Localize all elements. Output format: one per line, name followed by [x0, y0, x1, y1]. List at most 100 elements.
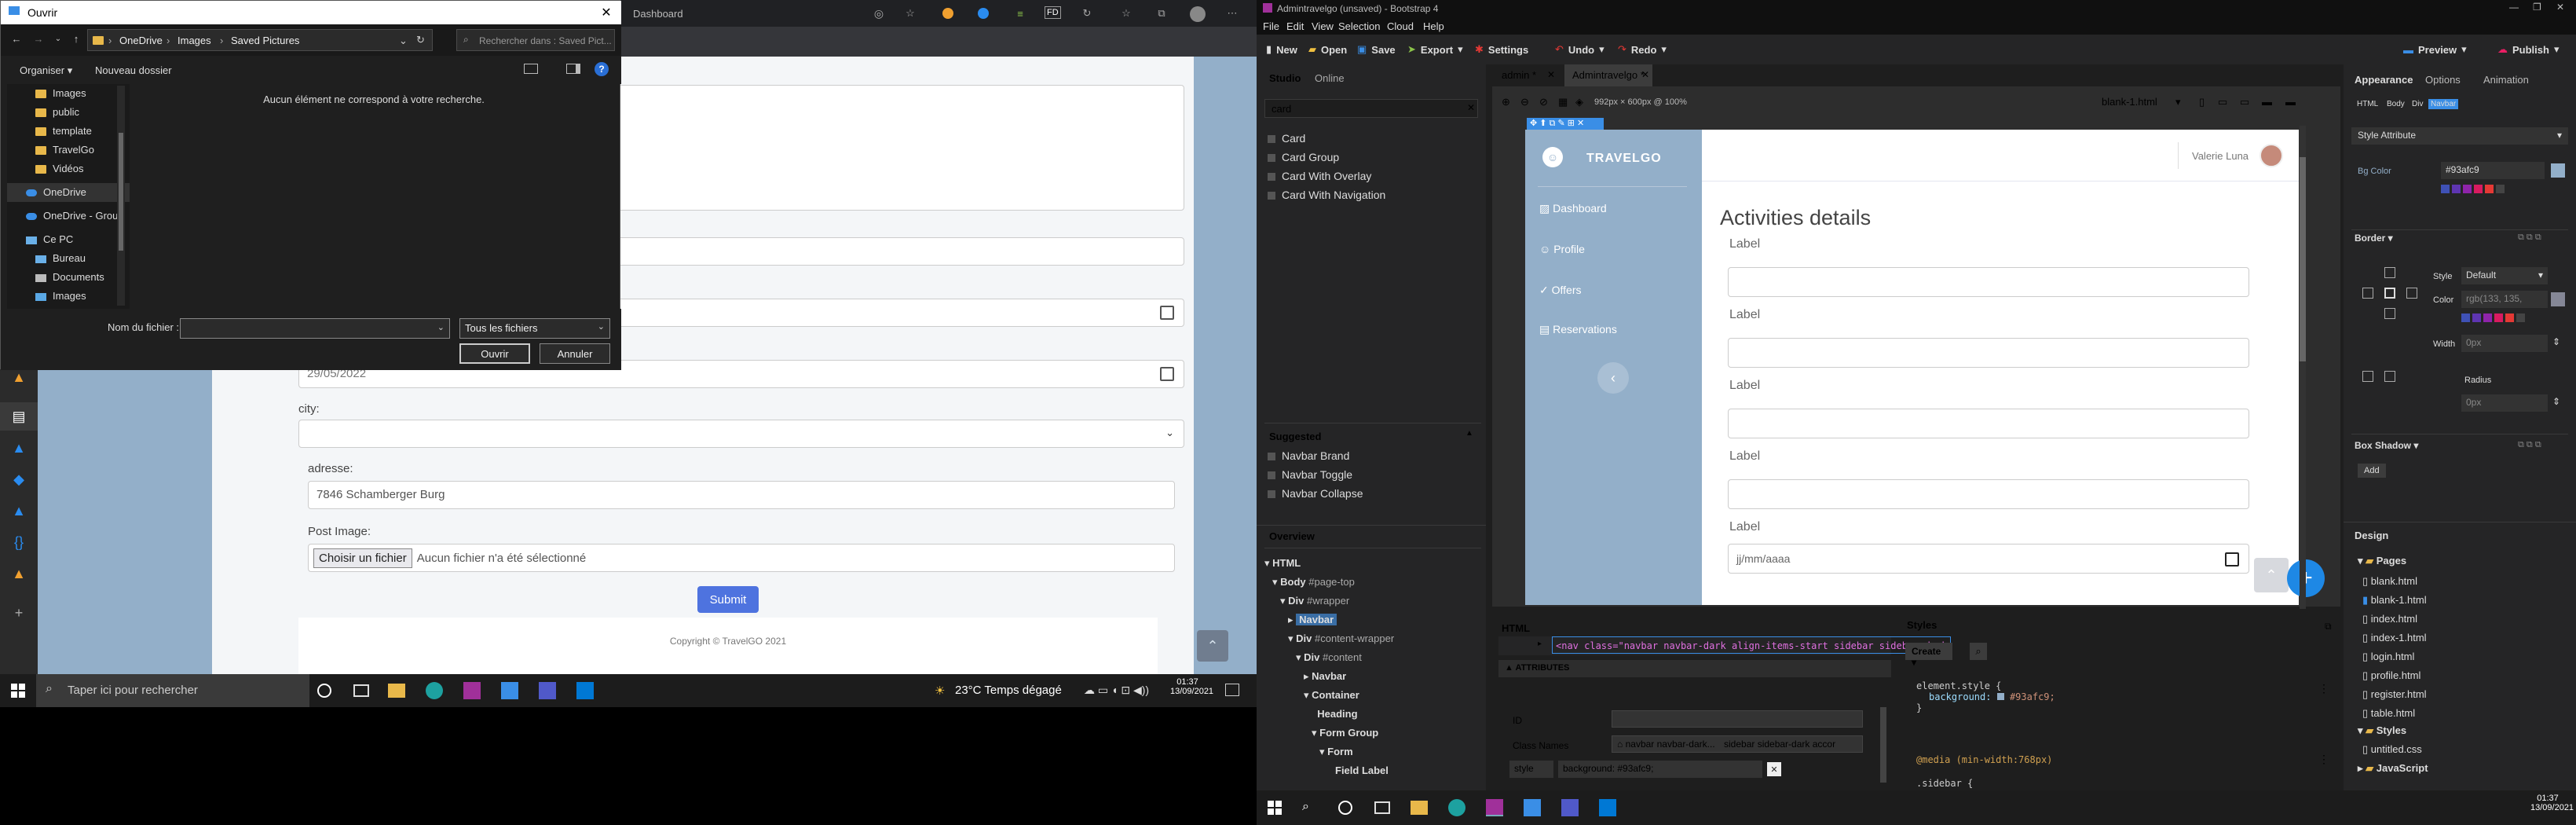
menu-file[interactable]: File — [1263, 20, 1279, 32]
nav-dashboard[interactable]: ▨ Dashboard — [1539, 202, 1607, 215]
extension-icon[interactable] — [942, 8, 953, 19]
system-tray-icons[interactable]: ☁ ▭ ◖ ⊡ ◀)) — [1084, 684, 1149, 697]
field-input[interactable] — [1728, 267, 2249, 297]
user-name[interactable]: Valerie Luna — [2192, 150, 2249, 162]
add-icon[interactable]: + — [0, 599, 38, 627]
field-input[interactable] — [1728, 409, 2249, 438]
vscode-icon[interactable] — [576, 682, 594, 699]
tablet-icon[interactable]: ▭ — [2218, 96, 2227, 108]
close-icon[interactable]: ✕ — [598, 4, 615, 21]
page-item[interactable]: ▯ index-1.html — [2362, 629, 2427, 647]
profile-avatar[interactable] — [1190, 6, 1206, 22]
field-input[interactable] — [1728, 479, 2249, 509]
date-input[interactable]: jj/mm/aaaa — [1728, 544, 2249, 574]
fd-extension-icon[interactable]: FD — [1045, 6, 1061, 19]
color-swatch[interactable] — [1996, 693, 2004, 700]
stepper-icon[interactable]: ⇕ — [2552, 336, 2560, 347]
edge-icon[interactable] — [426, 682, 443, 699]
address-bar[interactable]: › OneDrive › Images › Saved Pictures ⌄ ↻ — [87, 29, 433, 51]
css-selector-2[interactable]: .sidebar { — [1916, 778, 1973, 789]
app-icon[interactable] — [501, 682, 518, 699]
palette-swatch[interactable] — [2496, 185, 2505, 193]
sidebar-tool-icon[interactable]: ▲ — [0, 559, 38, 588]
doc-tab-admin[interactable]: admin * — [1502, 69, 1536, 81]
windows-start-icon[interactable] — [1268, 801, 1282, 815]
open-button[interactable]: Ouvrir — [459, 343, 530, 364]
suggested-item[interactable]: Navbar Toggle — [1268, 465, 1363, 484]
nav-reservations[interactable]: ▤ Reservations — [1539, 323, 1617, 336]
tab-appearance[interactable]: Appearance — [2355, 74, 2413, 86]
help-icon[interactable]: ? — [595, 62, 609, 76]
tree-node[interactable]: ▾ Div #content-wrapper — [1264, 629, 1394, 648]
nav-item[interactable]: public — [7, 103, 130, 122]
crumb-html[interactable]: HTML — [2355, 99, 2380, 109]
box-shadow-section[interactable]: Box Shadow ▾ — [2355, 440, 2418, 451]
nav-offers[interactable]: ✓ Offers — [1539, 284, 1582, 297]
refresh-icon[interactable]: ↻ — [416, 34, 425, 46]
file-explorer-icon[interactable] — [1411, 801, 1428, 815]
component-search-input[interactable]: card — [1264, 99, 1478, 118]
style-file[interactable]: ▯ untitled.css — [2362, 743, 2422, 756]
chevron-down-icon[interactable]: ⌄ — [53, 31, 64, 46]
tree-node[interactable]: ▾ HTML — [1264, 554, 1394, 573]
tree-node[interactable]: Heading — [1264, 705, 1394, 724]
crumb-body[interactable]: Body — [2384, 99, 2407, 109]
more-icon[interactable]: ⋮ — [2318, 753, 2329, 766]
class-input[interactable]: ⌂ navbar navbar-dark... sidebar sidebar-… — [1612, 735, 1863, 753]
attributes-header[interactable]: ▲ ATTRIBUTES — [1498, 660, 1891, 677]
chevron-down-icon[interactable]: ⌄ — [399, 35, 408, 47]
clear-search-icon[interactable]: ✕ — [1467, 102, 1475, 113]
page-item[interactable]: ▯ profile.html — [2362, 666, 2427, 685]
collapse-icon[interactable]: ▲ — [1465, 429, 1473, 438]
settings-button[interactable]: ✱ Settings — [1475, 41, 1528, 58]
back-arrow-icon[interactable]: ← — [9, 31, 24, 46]
adresse-input[interactable]: 7846 Schamberger Burg — [308, 481, 1175, 509]
border-color-input[interactable]: rgb(133, 135, — [2461, 291, 2548, 308]
field-input[interactable] — [1728, 338, 2249, 368]
weather-text[interactable]: 23°C Temps dégagé — [955, 684, 1062, 697]
laptop-icon[interactable]: ▭ — [2240, 96, 2249, 108]
radius-each-icon[interactable] — [2384, 371, 2395, 382]
crumb-navbar[interactable]: Navbar — [2428, 99, 2459, 109]
monitor-icon[interactable]: ▬ — [2285, 96, 2296, 108]
section-actions-icon[interactable]: ⧉ ⧉ ⧉ — [2518, 233, 2541, 243]
preview-pane-icon[interactable] — [566, 64, 580, 74]
nav-item[interactable]: template — [7, 122, 130, 141]
styles-tab[interactable]: Styles — [1907, 619, 1937, 631]
nav-item[interactable]: Documents — [7, 268, 130, 287]
phone-icon[interactable]: ▯ — [2199, 96, 2205, 108]
component-item[interactable]: Card With Overlay — [1268, 167, 1385, 185]
palette-swatch[interactable] — [2483, 314, 2492, 322]
up-arrow-icon[interactable]: ↑ — [68, 31, 84, 46]
remove-attr-icon[interactable]: ✕ — [1767, 762, 1781, 776]
palette-swatch[interactable] — [2474, 185, 2483, 193]
tab-options[interactable]: Options — [2425, 74, 2461, 86]
sidebar-tool-icon[interactable]: ◆ — [0, 465, 38, 493]
tree-node[interactable]: ▾ Form Group — [1264, 724, 1394, 742]
css-rule-1[interactable]: element.style { background: #93afc9; } — [1916, 680, 2309, 713]
radius-input[interactable]: 0px — [2461, 394, 2548, 412]
component-item[interactable]: Card With Navigation — [1268, 185, 1385, 204]
forward-arrow-icon[interactable]: → — [31, 31, 46, 46]
border-right-icon[interactable] — [2406, 288, 2417, 299]
tree-node[interactable]: ▸ Navbar — [1264, 667, 1394, 686]
page-item[interactable]: ▯ login.html — [2362, 647, 2427, 666]
add-shadow-button[interactable]: Add — [2358, 464, 2386, 478]
close-icon[interactable]: ✕ — [2556, 2, 2564, 13]
app-icon[interactable] — [1524, 799, 1541, 816]
redo-button[interactable]: ↷ Redo ▾ — [1618, 41, 1667, 58]
bootstrap-studio-icon[interactable] — [463, 682, 481, 699]
choose-file-button[interactable]: Choisir un fichier — [313, 548, 412, 568]
chevron-down-icon[interactable]: ▾ — [2175, 96, 2181, 108]
js-folder[interactable]: ▸ ▰ JavaScript — [2358, 762, 2428, 775]
scroll-top-button[interactable]: ⌃ — [1197, 630, 1228, 662]
calendar-icon[interactable] — [1160, 367, 1174, 381]
windows-start-icon[interactable] — [11, 684, 25, 698]
undo-button[interactable]: ↶ Undo ▾ — [1555, 41, 1605, 58]
palette-swatch[interactable] — [2463, 185, 2472, 193]
grid-icon[interactable]: ▦ — [1558, 96, 1568, 108]
task-view-icon[interactable] — [1374, 801, 1390, 814]
extension-icon[interactable]: ◎ — [872, 6, 886, 20]
tab-studio[interactable]: Studio — [1269, 72, 1301, 84]
search-icon[interactable]: ⌕ — [1302, 800, 1309, 814]
